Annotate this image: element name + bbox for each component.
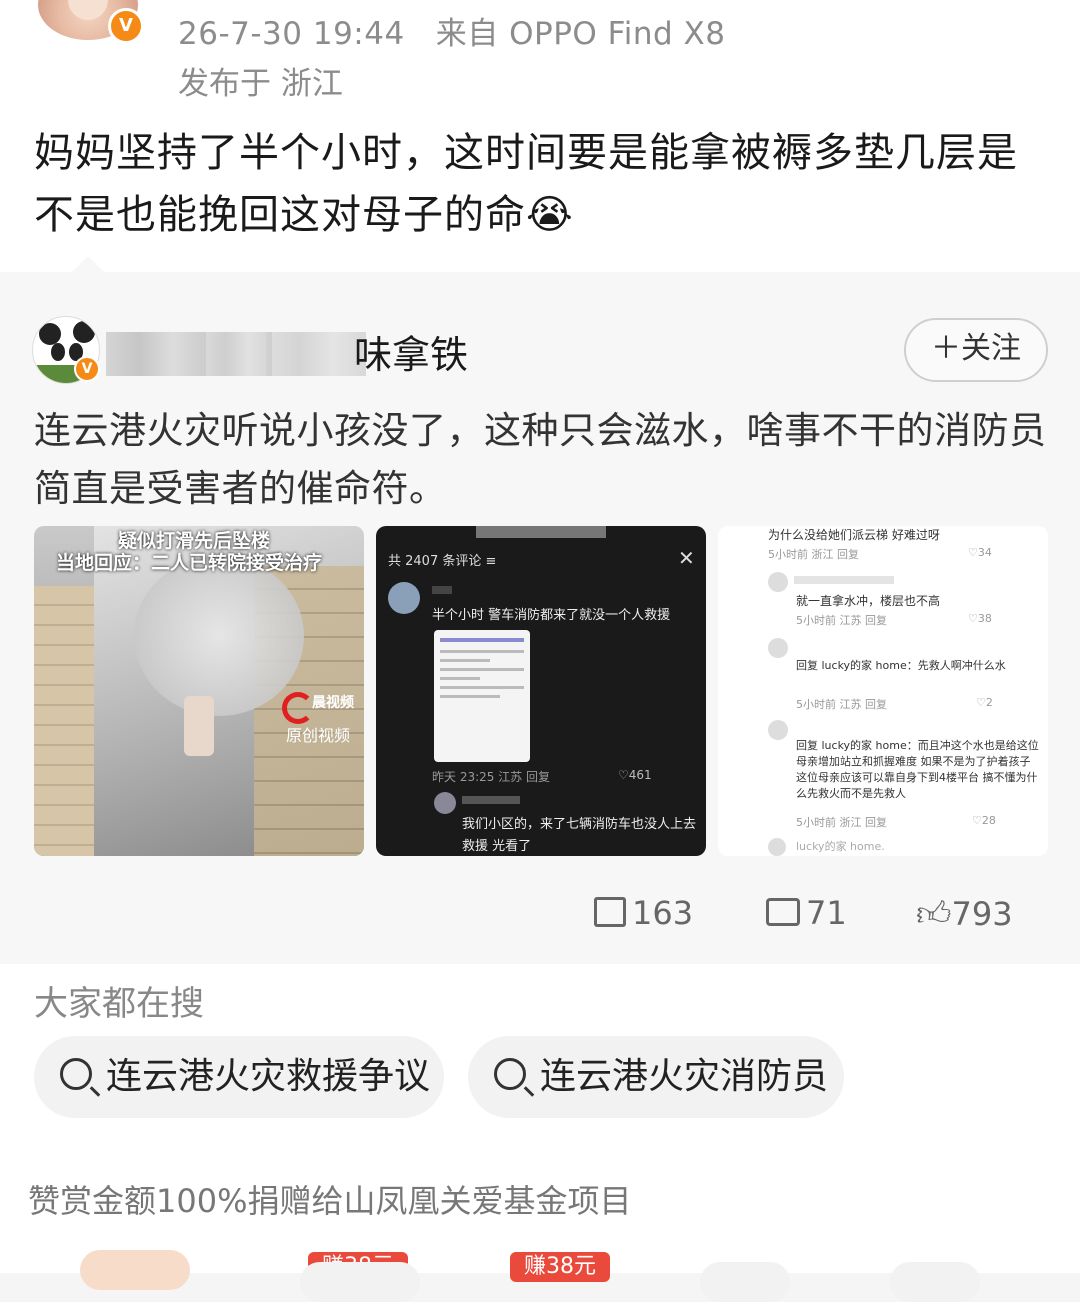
follow-button[interactable]: ＋关注 bbox=[904, 318, 1048, 382]
repost-username: 味拿铁 bbox=[354, 333, 469, 377]
comment-meta: 5小时前 浙江 回复 bbox=[796, 816, 887, 829]
repost-pointer bbox=[70, 256, 106, 274]
comment-likes: ♡34 bbox=[968, 546, 992, 559]
donation-text: 赞赏金额100%捐赠给山凤凰关爱基金项目 bbox=[28, 1182, 632, 1220]
username-blur bbox=[266, 332, 366, 376]
search-section-title: 大家都在搜 bbox=[34, 984, 204, 1024]
news-logo-sub: 原创视频 bbox=[286, 726, 351, 745]
search-chip-1[interactable]: 连云港火灾救援争议 bbox=[34, 1036, 444, 1118]
comment-count: 71 bbox=[806, 894, 847, 932]
repost-count: 163 bbox=[632, 894, 694, 932]
username-blur bbox=[106, 332, 206, 376]
verified-badge-icon: V bbox=[108, 8, 144, 44]
post-time: 26-7-30 19:44 bbox=[178, 16, 405, 52]
reward-item[interactable] bbox=[80, 1250, 190, 1290]
close-icon: ✕ bbox=[678, 546, 695, 570]
reward-item[interactable] bbox=[300, 1262, 420, 1302]
share-icon bbox=[594, 897, 626, 927]
comment-text: 半个小时 警车消防都来了就没一个人救援 bbox=[432, 608, 671, 623]
repost-image-1[interactable]: 疑似打滑先后坠楼 当地回应：二人已转院接受治疗 晨视频 原创视频 bbox=[34, 526, 364, 856]
comment-line: 就一直拿水冲，楼层也不高 bbox=[796, 594, 941, 608]
comment-text-2: 我们小区的，来了七辆消防车也没人上去救援 光看了 bbox=[462, 817, 697, 854]
username-blur bbox=[202, 332, 272, 376]
repost-image-2[interactable]: 共 2407 条评论 ≡ ✕ 半个小时 警车消防都来了就没一个人救援 昨天 23… bbox=[376, 526, 706, 856]
comment-likes: ♡38 bbox=[968, 612, 992, 625]
news-logo-text: 晨视频 bbox=[312, 695, 354, 711]
search-chip-label: 连云港火灾消防员 bbox=[540, 1056, 829, 1097]
reward-item[interactable] bbox=[890, 1262, 980, 1302]
comment-meta: 5小时前 浙江 回复 bbox=[768, 548, 859, 561]
comment-line: 为什么没给她们派云梯 好难过呀 bbox=[768, 528, 940, 542]
post-text: 妈妈坚持了半个小时，这时间要是能拿被褥多垫几层是不是也能挽回这对母子的命😭 bbox=[34, 130, 1018, 238]
repost-verified-badge-icon: V bbox=[74, 356, 100, 382]
news-logo-icon bbox=[282, 692, 314, 724]
search-icon bbox=[60, 1058, 92, 1090]
comment-icon bbox=[766, 898, 800, 926]
comment-stat[interactable]: 71 bbox=[766, 894, 847, 932]
comment-meta: 5小时前 江苏 回复 bbox=[796, 698, 887, 711]
repost-text: 连云港火灾听说小孩没了，这种只会滋水，啥事不干的消防员简直是受害者的催命符。 bbox=[34, 409, 1047, 510]
reward-item[interactable] bbox=[700, 1262, 790, 1302]
search-icon bbox=[494, 1058, 526, 1090]
repost-image-3[interactable]: 为什么没给她们派云梯 好难过呀 5小时前 浙江 回复 ♡34 就一直拿水冲，楼层… bbox=[718, 526, 1048, 856]
image-caption: 当地回应：二人已转院接受治疗 bbox=[56, 552, 323, 574]
post-location: 发布于 浙江 bbox=[178, 66, 343, 102]
comment-meta: 昨天 23:25 江苏 回复 bbox=[432, 770, 551, 784]
reward-tag: 赚38元 bbox=[510, 1252, 610, 1282]
repost-stat[interactable]: 163 bbox=[594, 894, 693, 932]
comment-line: 回复 lucky的家 home：先救人啊冲什么水 bbox=[796, 659, 1006, 672]
search-chip-2[interactable]: 连云港火灾消防员 bbox=[468, 1036, 844, 1118]
comment-likes: ♡2 bbox=[976, 696, 993, 709]
comment-likes: ♡461 bbox=[618, 768, 652, 782]
search-chip-label: 连云港火灾救援争议 bbox=[106, 1056, 431, 1097]
comment-count-header: 共 2407 条评论 ≡ bbox=[388, 554, 497, 569]
like-stat[interactable]: 👍︎793 bbox=[916, 894, 1013, 935]
comment-line: lucky的家 home. bbox=[796, 840, 885, 853]
comment-meta: 5小时前 江苏 回复 bbox=[796, 614, 887, 627]
post-source: 来自 OPPO Find X8 bbox=[435, 16, 726, 52]
comment-likes: ♡28 bbox=[972, 814, 996, 827]
thumbs-up-icon: 👍︎ bbox=[916, 894, 952, 934]
comment-line: 回复 lucky的家 home：而且冲这个水也是给这位母亲增加站立和抓握难度 如… bbox=[796, 739, 1039, 800]
post-meta: 26-7-30 19:44 来自 OPPO Find X8 bbox=[178, 8, 725, 53]
like-count: 793 bbox=[951, 895, 1013, 933]
